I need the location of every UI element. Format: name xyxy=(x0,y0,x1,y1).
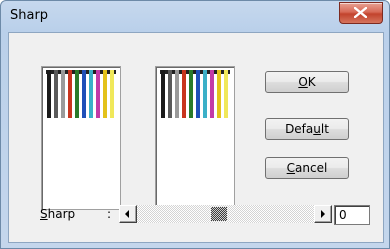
sharp-dialog-window: Sharp OK Defa u lt Cancel Sharp : 0 xyxy=(0,0,390,249)
color-stripe xyxy=(210,70,214,118)
sharpened-stripes-image xyxy=(160,70,230,118)
sharp-label-rest: harp xyxy=(47,207,76,221)
sharp-mnemonic: S xyxy=(40,207,48,221)
close-button[interactable] xyxy=(339,2,383,24)
color-stripe xyxy=(189,70,193,118)
color-stripe xyxy=(168,70,172,118)
sharp-value: 0 xyxy=(339,208,347,222)
color-stripe xyxy=(82,70,86,118)
default-mnemonic: u xyxy=(313,122,321,136)
original-preview xyxy=(41,66,121,210)
scroll-right-button[interactable] xyxy=(314,205,332,223)
color-stripe xyxy=(196,70,200,118)
color-stripe xyxy=(217,70,221,118)
color-stripe xyxy=(68,70,72,118)
scroll-left-button[interactable] xyxy=(119,205,137,223)
color-stripe xyxy=(103,70,107,118)
color-stripe xyxy=(47,70,51,118)
title-bar[interactable]: Sharp xyxy=(1,1,389,31)
cancel-label-rest: ancel xyxy=(295,161,328,175)
cancel-button[interactable]: Cancel xyxy=(265,157,349,179)
ok-button[interactable]: OK xyxy=(265,71,349,93)
color-stripe xyxy=(203,70,207,118)
sharp-value-field[interactable]: 0 xyxy=(334,205,370,225)
color-stripe xyxy=(161,70,165,118)
color-stripe xyxy=(54,70,58,118)
slider-thumb[interactable] xyxy=(211,207,227,221)
default-label-post: lt xyxy=(320,122,329,136)
close-icon xyxy=(354,7,367,18)
default-button[interactable]: Defa u lt xyxy=(265,118,349,140)
original-stripes-image xyxy=(46,70,116,118)
window-title: Sharp xyxy=(10,8,49,23)
arrow-right-icon xyxy=(321,210,325,218)
dialog-client-area: OK Defa u lt Cancel Sharp : 0 xyxy=(8,32,384,243)
color-stripe xyxy=(61,70,65,118)
default-label-pre: Defa xyxy=(285,122,314,136)
color-stripe xyxy=(75,70,79,118)
arrow-left-icon xyxy=(125,210,129,218)
color-stripe xyxy=(175,70,179,118)
sharp-label: Sharp xyxy=(40,207,75,221)
color-stripe xyxy=(96,70,100,118)
sharp-slider[interactable] xyxy=(119,205,332,223)
sharp-colon: : xyxy=(107,207,112,221)
ok-mnemonic: O xyxy=(298,75,308,89)
color-stripe xyxy=(182,70,186,118)
sharpened-preview xyxy=(155,66,235,210)
color-stripe xyxy=(224,70,228,118)
cancel-mnemonic: C xyxy=(286,161,296,175)
ok-label-rest: K xyxy=(307,75,316,89)
color-stripe xyxy=(110,70,114,118)
color-stripe xyxy=(89,70,93,118)
